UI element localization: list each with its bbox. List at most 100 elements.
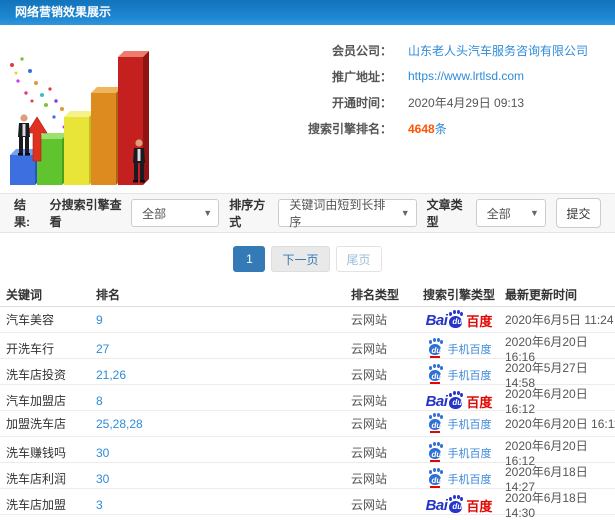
- rank-type-cell: 云网站: [351, 472, 388, 486]
- baidu-logo: Bai du 百度: [425, 390, 493, 410]
- engine-cell: Bai du 百度: [413, 390, 505, 410]
- keyword-cell: 加盟洗车店: [6, 417, 67, 431]
- mobile-baidu-name-text: 手机百度: [447, 418, 492, 431]
- page-title: 网络营销效果展示: [15, 5, 112, 19]
- chevron-down-icon: ▼: [400, 208, 410, 218]
- baidu-bai-text: Bai: [425, 392, 448, 410]
- rank-cell[interactable]: 27: [96, 342, 351, 356]
- sort-filter-label: 排序方式: [229, 198, 266, 229]
- rank-count-unit: 条: [434, 121, 447, 136]
- table-header-row: 关键词 排名 排名类型 搜索引擎类型 最新更新时间: [0, 282, 615, 307]
- mobile-baidu-underline: [429, 460, 440, 462]
- keyword-cell: 开洗车行: [6, 342, 55, 356]
- engine-select[interactable]: 全部 ▼: [131, 199, 220, 227]
- updated-cell: 2020年6月18日 14:30: [505, 491, 588, 520]
- company-name-link[interactable]: 山东老人头汽车服务咨询有限公司: [408, 42, 588, 59]
- baidu-bai-text: Bai: [425, 311, 448, 329]
- open-time-label: 开通时间：: [331, 95, 392, 110]
- col-header-keyword: 关键词: [6, 287, 43, 302]
- baidu-name-text: 百度: [466, 313, 493, 329]
- mobile-baidu-du-text: du: [431, 450, 442, 459]
- member-info-list: 会员公司： 山东老人头汽车服务咨询有限公司 推广地址： https://www.…: [157, 31, 615, 185]
- article-filter-label: 文章类型: [426, 198, 463, 229]
- mobile-baidu-du-text: du: [431, 372, 442, 381]
- table-row: 洗车店加盟 3 云网站 Bai du 百度 2020年6月18日 14:30: [0, 489, 615, 520]
- mobile-baidu-logo: du 手机百度: [427, 413, 492, 433]
- keyword-cell: 洗车店利润: [6, 472, 67, 486]
- info-row-rank-count: 搜索引擎排名： 4648条: [157, 115, 615, 141]
- rank-cell[interactable]: 3: [96, 498, 351, 512]
- page-button-current[interactable]: 1: [233, 246, 266, 272]
- next-page-button[interactable]: 下一页: [271, 246, 330, 272]
- engine-select-value: 全部: [142, 206, 167, 221]
- mobile-baidu-paw-icon: du: [428, 364, 443, 384]
- mobile-baidu-paw-icon: du: [428, 413, 443, 433]
- mobile-baidu-paw-icon: du: [428, 468, 443, 488]
- promo-url-label: 推广地址：: [331, 69, 392, 84]
- bar-chart-illustration: [2, 31, 157, 185]
- promo-url-link[interactable]: https://www.lrtlsd.com: [408, 69, 524, 83]
- table-row: 开洗车行 27 云网站 du 手机百度 2020年6月20日 16:16: [0, 333, 615, 364]
- table-row: 加盟洗车店 25,28,28 云网站 du 手机百度 2020年6月20日 16…: [0, 411, 615, 437]
- results-table: 关键词 排名 排名类型 搜索引擎类型 最新更新时间 汽车美容 9 云网站 Bai…: [0, 282, 615, 520]
- mobile-baidu-underline: [429, 431, 440, 433]
- rank-cell[interactable]: 9: [96, 313, 351, 327]
- mobile-baidu-logo: du 手机百度: [427, 468, 492, 488]
- rank-count-label: 搜索引擎排名：: [307, 121, 392, 136]
- sort-select[interactable]: 关键词由短到长排序 ▼: [278, 198, 417, 229]
- baidu-bai-text: Bai: [425, 496, 448, 514]
- mobile-baidu-name-text: 手机百度: [447, 473, 492, 486]
- keyword-cell: 汽车加盟店: [6, 394, 67, 408]
- table-row: 汽车加盟店 8 云网站 Bai du 百度 2020年6月20日 16:12: [0, 385, 615, 416]
- engine-filter-label: 分搜索引擎查看: [49, 198, 122, 229]
- engine-cell: Bai du 百度: [413, 309, 505, 329]
- rank-cell[interactable]: 30: [96, 472, 351, 486]
- chevron-down-icon: ▼: [203, 208, 213, 218]
- page-header: 网络营销效果展示: [0, 0, 615, 25]
- baidu-name-text: 百度: [466, 394, 493, 410]
- engine-cell: du 手机百度: [413, 442, 505, 462]
- mobile-baidu-paw-icon: du: [428, 338, 443, 358]
- rank-cell[interactable]: 21,26: [96, 368, 351, 382]
- engine-cell: du 手机百度: [413, 413, 505, 433]
- mobile-baidu-name-text: 手机百度: [447, 369, 492, 382]
- table-row: 汽车美容 9 云网站 Bai du 百度 2020年6月5日 11:24: [0, 307, 615, 333]
- baidu-paw-icon: du: [448, 494, 464, 513]
- updated-cell: 2020年6月20日 16:11: [505, 417, 615, 431]
- col-header-rank: 排名: [96, 287, 121, 302]
- company-label: 会员公司：: [331, 43, 392, 58]
- info-row-url: 推广地址： https://www.lrtlsd.com: [157, 63, 615, 89]
- mobile-baidu-paw-icon: du: [428, 442, 443, 462]
- mobile-baidu-logo: du 手机百度: [427, 364, 492, 384]
- baidu-du-text: du: [452, 397, 463, 407]
- baidu-du-text: du: [452, 316, 463, 326]
- engine-cell: Bai du 百度: [413, 494, 505, 514]
- article-type-select[interactable]: 全部 ▼: [475, 199, 546, 227]
- baidu-name-text: 百度: [466, 498, 493, 514]
- article-select-value: 全部: [486, 206, 511, 221]
- pagination: 1 下一页 尾页: [0, 246, 615, 272]
- keyword-cell: 汽车美容: [6, 313, 55, 327]
- rank-cell[interactable]: 8: [96, 394, 351, 408]
- chevron-down-icon: ▼: [529, 208, 539, 218]
- sort-select-value: 关键词由短到长排序: [289, 198, 386, 229]
- rank-type-cell: 云网站: [351, 446, 388, 460]
- last-page-button[interactable]: 尾页: [335, 246, 382, 272]
- info-row-open-time: 开通时间： 2020年4月29日 09:13: [157, 89, 615, 115]
- keyword-cell: 洗车店投资: [6, 368, 67, 382]
- mobile-baidu-du-text: du: [431, 421, 442, 430]
- mobile-baidu-du-text: du: [431, 476, 442, 485]
- filter-bar: 结果: 分搜索引擎查看 全部 ▼ 排序方式 关键词由短到长排序 ▼ 文章类型 全…: [0, 193, 615, 233]
- mobile-baidu-logo: du 手机百度: [427, 442, 492, 462]
- info-row-company: 会员公司： 山东老人头汽车服务咨询有限公司: [157, 37, 615, 63]
- keyword-cell: 洗车赚钱吗: [6, 446, 67, 460]
- rank-cell[interactable]: 30: [96, 446, 351, 460]
- result-label: 结果:: [14, 198, 30, 229]
- table-row: 洗车店利润 30 云网站 du 手机百度 2020年6月18日 14:27: [0, 463, 615, 494]
- baidu-du-text: du: [452, 501, 463, 511]
- engine-cell: du 手机百度: [413, 468, 505, 488]
- rank-cell[interactable]: 25,28,28: [96, 417, 351, 431]
- submit-button[interactable]: 提交: [555, 198, 601, 228]
- engine-cell: du 手机百度: [413, 338, 505, 358]
- rank-type-cell: 云网站: [351, 417, 388, 431]
